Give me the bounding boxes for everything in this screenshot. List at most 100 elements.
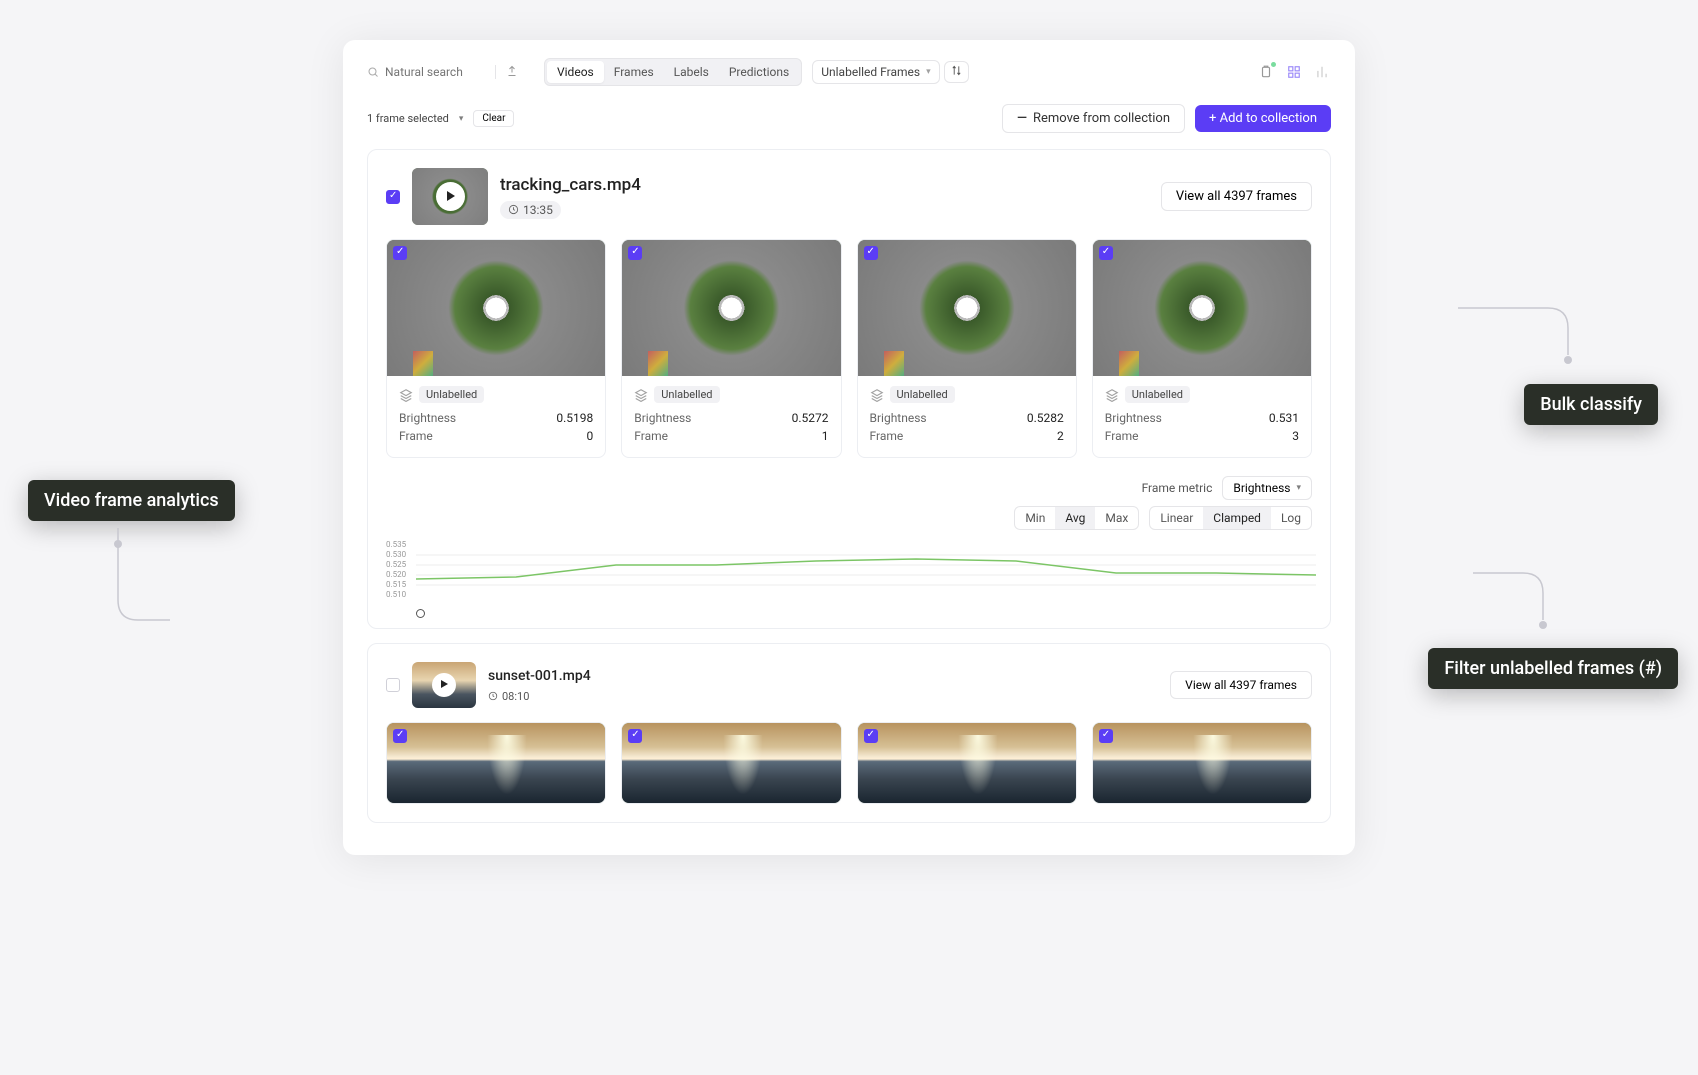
- frame-index-value: 0: [587, 429, 594, 443]
- frame-checkbox[interactable]: [393, 246, 407, 260]
- chart-y-ticks: 0.535 0.530 0.525 0.520 0.515 0.510: [386, 540, 406, 600]
- upload-icon[interactable]: [506, 65, 518, 80]
- topbar: Videos Frames Labels Predictions Unlabel…: [367, 58, 1331, 86]
- metric-chart: 0.535 0.530 0.525 0.520 0.515 0.510: [386, 540, 1312, 610]
- tab-labels[interactable]: Labels: [664, 61, 719, 83]
- frame-card[interactable]: Unlabelled Brightness 0.5282 Frame 2: [857, 239, 1077, 458]
- clipboard-icon[interactable]: [1257, 63, 1275, 81]
- frame-label-badge: Unlabelled: [1125, 386, 1190, 403]
- sort-button[interactable]: [944, 61, 969, 83]
- video-thumbnail[interactable]: [412, 662, 476, 708]
- brightness-value: 0.531: [1269, 411, 1299, 425]
- frame-card[interactable]: [621, 722, 841, 804]
- duration-text: 08:10: [502, 690, 529, 703]
- search-icon: [367, 66, 379, 78]
- frame-card[interactable]: [1092, 722, 1312, 804]
- frame-checkbox[interactable]: [393, 729, 407, 743]
- frame-checkbox[interactable]: [628, 246, 642, 260]
- agg-avg[interactable]: Avg: [1055, 507, 1095, 529]
- brightness-label: Brightness: [634, 411, 691, 425]
- duration-badge: 13:35: [500, 201, 561, 219]
- frame-checkbox[interactable]: [1099, 246, 1113, 260]
- frame-index-value: 3: [1292, 429, 1299, 443]
- frame-image: [387, 240, 605, 376]
- metric-select[interactable]: Brightness ▾: [1222, 476, 1312, 500]
- add-collection-button[interactable]: + Add to collection: [1195, 105, 1331, 132]
- tab-frames[interactable]: Frames: [604, 61, 664, 83]
- view-all-button[interactable]: View all 4397 frames: [1161, 182, 1312, 211]
- frame-card[interactable]: Unlabelled Brightness 0.531 Frame 3: [1092, 239, 1312, 458]
- frame-card[interactable]: Unlabelled Brightness0.5272 Frame1: [621, 239, 841, 458]
- frame-checkbox[interactable]: [628, 729, 642, 743]
- frame-index-label: Frame: [634, 429, 668, 443]
- frame-index-label: Frame: [399, 429, 433, 443]
- duration-text: 13:35: [523, 203, 553, 217]
- clear-button[interactable]: Clear: [473, 110, 514, 127]
- connector-line: [110, 520, 170, 630]
- remove-collection-button[interactable]: — Remove from collection: [1002, 104, 1185, 133]
- brightness-value: 0.5272: [792, 411, 829, 425]
- frame-image: [387, 723, 605, 803]
- video-header: tracking_cars.mp4 13:35 View all 4397 fr…: [386, 168, 1312, 225]
- bar-chart-icon[interactable]: [1313, 63, 1331, 81]
- tab-videos[interactable]: Videos: [547, 61, 604, 83]
- frame-checkbox[interactable]: [1099, 729, 1113, 743]
- callout-filter: Filter unlabelled frames (#): [1428, 648, 1678, 689]
- scale-clamped[interactable]: Clamped: [1203, 507, 1271, 529]
- frame-card[interactable]: [857, 722, 1077, 804]
- video-checkbox[interactable]: [386, 190, 400, 204]
- video-thumbnail[interactable]: [412, 168, 488, 225]
- frame-image: [1093, 723, 1311, 803]
- frame-image: [858, 723, 1076, 803]
- video-header: sunset-001.mp4 08:10 View all 4397 frame…: [386, 662, 1312, 708]
- frame-index-label: Frame: [1105, 429, 1139, 443]
- clock-icon: [508, 204, 519, 215]
- agg-toggle: Min Avg Max: [1014, 506, 1139, 530]
- frame-card[interactable]: [386, 722, 606, 804]
- search-input[interactable]: [385, 65, 485, 79]
- filter-select[interactable]: Unlabelled Frames ▾: [812, 60, 939, 84]
- agg-min[interactable]: Min: [1015, 507, 1055, 529]
- scale-log[interactable]: Log: [1271, 507, 1311, 529]
- brightness-value: 0.5282: [1027, 411, 1064, 425]
- metric-label: Frame metric: [1142, 481, 1213, 495]
- agg-max[interactable]: Max: [1095, 507, 1138, 529]
- play-icon: [432, 673, 456, 697]
- frame-card[interactable]: Unlabelled Brightness0.5198 Frame0: [386, 239, 606, 458]
- frame-image: [622, 240, 840, 376]
- minus-icon: —: [1017, 111, 1027, 126]
- frame-checkbox[interactable]: [864, 729, 878, 743]
- grid-view-icon[interactable]: [1285, 63, 1303, 81]
- selection-row: 1 frame selected ▾ Clear — Remove from c…: [367, 104, 1331, 133]
- clock-icon: [488, 691, 498, 701]
- scale-linear[interactable]: Linear: [1150, 507, 1203, 529]
- video-meta: tracking_cars.mp4 13:35: [500, 175, 641, 219]
- frame-index-value: 2: [1057, 429, 1064, 443]
- scale-toggle: Linear Clamped Log: [1149, 506, 1312, 530]
- frame-checkbox[interactable]: [864, 246, 878, 260]
- layers-icon: [399, 388, 413, 402]
- remove-label: Remove from collection: [1033, 111, 1170, 126]
- frame-index-label: Frame: [870, 429, 904, 443]
- view-all-button[interactable]: View all 4397 frames: [1170, 671, 1312, 699]
- frame-index-value: 1: [822, 429, 829, 443]
- brightness-label: Brightness: [870, 411, 927, 425]
- connector-line: [1458, 300, 1578, 395]
- search-wrap: [367, 65, 496, 79]
- video-checkbox[interactable]: [386, 678, 400, 692]
- layers-icon: [870, 388, 884, 402]
- brightness-value: 0.5198: [556, 411, 593, 425]
- brightness-label: Brightness: [1105, 411, 1162, 425]
- chart-line: [416, 545, 1316, 595]
- video-meta: sunset-001.mp4 08:10: [488, 668, 591, 703]
- video-title: sunset-001.mp4: [488, 668, 591, 684]
- chevron-down-icon[interactable]: ▾: [459, 114, 464, 124]
- tab-predictions[interactable]: Predictions: [719, 61, 799, 83]
- frame-image: [858, 240, 1076, 376]
- chart-cursor-dot[interactable]: [416, 609, 425, 618]
- metric-toggles: Min Avg Max Linear Clamped Log: [386, 506, 1312, 530]
- callout-bulk: Bulk classify: [1524, 384, 1658, 425]
- chevron-down-icon: ▾: [1296, 483, 1301, 493]
- frame-label-badge: Unlabelled: [890, 386, 955, 403]
- video-title: tracking_cars.mp4: [500, 175, 641, 195]
